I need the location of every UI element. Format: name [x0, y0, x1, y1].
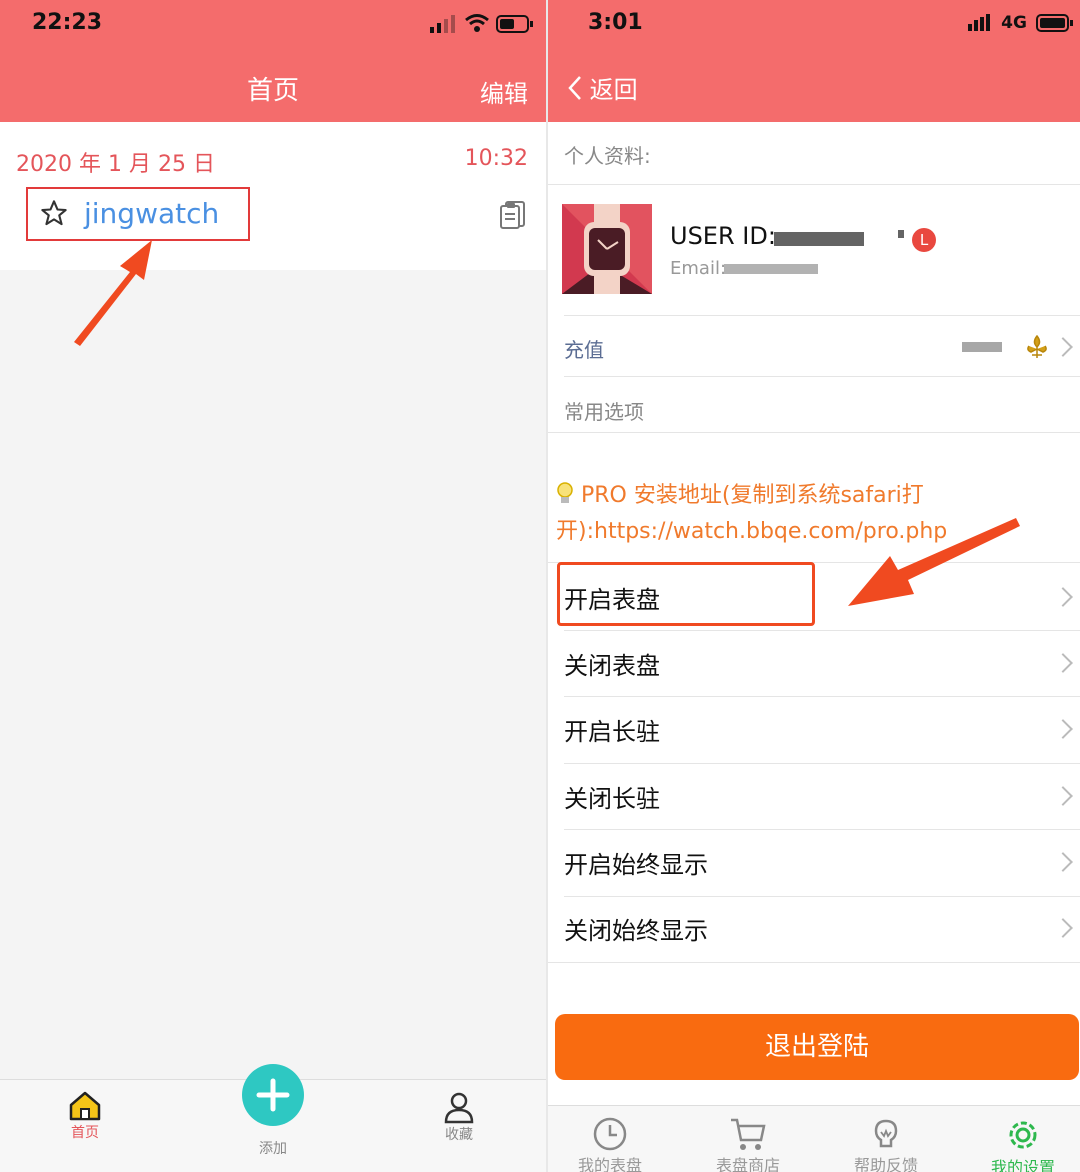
battery-icon [496, 15, 533, 33]
tab-store[interactable]: 表盘商店 [706, 1116, 790, 1172]
avatar[interactable] [562, 204, 652, 294]
bulb-icon [557, 482, 573, 503]
entry-name[interactable]: jingwatch [84, 197, 219, 230]
page-title: 首页 [246, 76, 299, 106]
add-button[interactable] [242, 1064, 304, 1126]
user-id: USER ID: [670, 222, 776, 250]
home-icon [69, 1091, 101, 1121]
tab-favorites-label: 收藏 [445, 1127, 473, 1143]
chevron-left-icon [568, 76, 581, 100]
home-screen: 22:23 首页 编辑 2020 年 1 月 25 日 10:32 jingwa… [0, 0, 546, 1172]
cart-icon [731, 1118, 766, 1150]
menu-disable-resident[interactable]: 关闭长驻 [564, 779, 660, 814]
profile-section-label: 个人资料: [564, 144, 651, 168]
tab-home-label: 首页 [71, 1125, 99, 1141]
divider [564, 315, 1080, 316]
chevron-right-icon [1053, 653, 1073, 673]
battery-icon [1036, 13, 1073, 32]
divider [548, 962, 1080, 963]
menu-disable-always-on[interactable]: 关闭始终显示 [564, 911, 708, 946]
annotation-arrow [74, 240, 152, 346]
chevron-right-icon [1053, 719, 1073, 739]
tab-label: 帮助反馈 [853, 1156, 918, 1172]
clock-icon [593, 1117, 627, 1151]
chevron-right-icon [1053, 918, 1073, 938]
status-icons: 4G [968, 12, 1074, 33]
entry-date: 2020 年 1 月 25 日 [16, 152, 215, 177]
chevron-right-icon [1053, 337, 1073, 357]
tab-my-settings[interactable]: 我的设置 [978, 1116, 1068, 1172]
network-type: 4G [1001, 12, 1027, 33]
edit-button[interactable]: 编辑 [480, 74, 528, 109]
tab-help[interactable]: 帮助反馈 [844, 1116, 928, 1172]
logout-button[interactable]: 退出登陆 [555, 1014, 1079, 1080]
bulb-icon [874, 1119, 898, 1148]
back-button[interactable]: 返回 [568, 70, 638, 105]
watch-icon [562, 204, 652, 294]
back-label: 返回 [589, 76, 638, 104]
annotation-arrow [848, 518, 1020, 606]
status-bar: 22:23 [0, 0, 546, 50]
clipboard-icon[interactable] [498, 198, 528, 230]
menu-enable-resident[interactable]: 开启长驻 [564, 712, 660, 747]
divider [564, 896, 1080, 897]
recharge-label[interactable]: 充值 [564, 334, 604, 363]
settings-icon [1009, 1121, 1037, 1149]
redacted-balance [962, 342, 1002, 352]
tab-label: 表盘商店 [715, 1156, 780, 1172]
user-email: Email: [670, 258, 727, 279]
plus-icon [256, 1078, 290, 1112]
tab-add-label[interactable]: 添加 [246, 1138, 300, 1158]
level-badge: L [912, 228, 936, 252]
redacted-user-id [774, 232, 864, 246]
redacted-email [724, 264, 818, 274]
chevron-right-icon [1053, 786, 1073, 806]
fleur-icon [1027, 334, 1047, 358]
divider [548, 184, 1080, 185]
person-icon [444, 1092, 474, 1124]
tab-label: 我的设置 [990, 1158, 1055, 1172]
tab-home[interactable]: 首页 [60, 1090, 110, 1142]
divider [564, 696, 1080, 697]
settings-screen: 3:01 4G 返回 个人资料: USER ID: L Email: 充值 常用… [548, 0, 1080, 1172]
tab-favorites[interactable]: 收藏 [434, 1090, 484, 1144]
signal-icon [430, 15, 455, 33]
menu-disable-watchface[interactable]: 关闭表盘 [564, 646, 660, 681]
divider [564, 630, 1080, 631]
entry-time: 10:32 [464, 146, 528, 171]
status-time: 3:01 [588, 10, 643, 35]
status-bar: 3:01 4G [548, 0, 1080, 50]
divider [564, 763, 1080, 764]
redacted-user-id-tail [898, 230, 904, 238]
tab-my-watchfaces[interactable]: 我的表盘 [568, 1116, 652, 1172]
divider [548, 432, 1080, 433]
annotation-highlight-box [557, 562, 815, 626]
divider [564, 829, 1080, 830]
chevron-right-icon [1053, 852, 1073, 872]
star-icon[interactable] [40, 199, 68, 227]
tab-label: 我的表盘 [577, 1156, 642, 1172]
signal-icon [968, 13, 991, 31]
menu-enable-always-on[interactable]: 开启始终显示 [564, 845, 708, 880]
divider [564, 376, 1080, 377]
common-options-label: 常用选项 [564, 400, 644, 424]
status-time: 22:23 [32, 10, 103, 35]
wifi-icon [465, 14, 489, 32]
chevron-right-icon [1053, 587, 1073, 607]
